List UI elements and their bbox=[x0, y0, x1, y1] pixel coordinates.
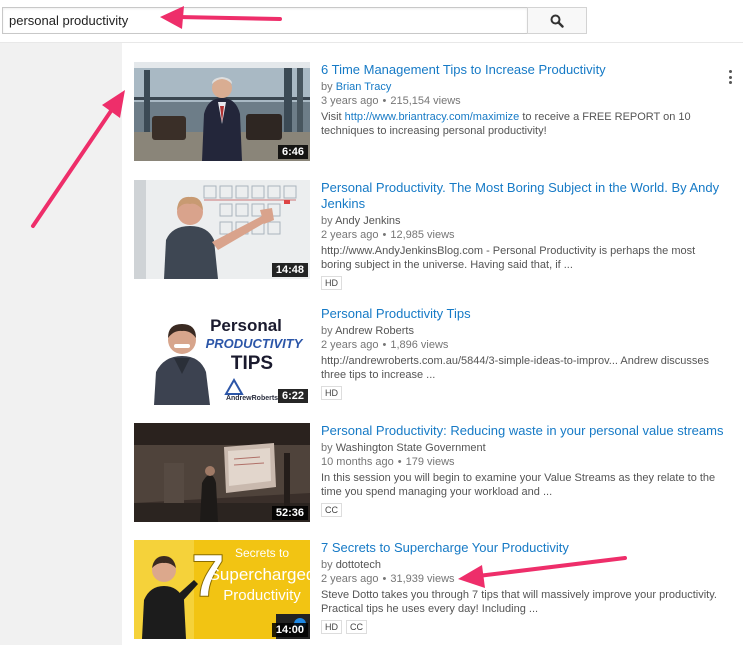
upload-age: 3 years ago bbox=[321, 95, 379, 107]
video-title-link[interactable]: 6 Time Management Tips to Increase Produ… bbox=[321, 62, 726, 78]
upload-age: 2 years ago bbox=[321, 339, 379, 351]
thumb-text-line2: PRODUCTIVITY bbox=[206, 336, 304, 351]
video-meta: 3 years ago • 215,154 views bbox=[321, 94, 726, 108]
channel-name[interactable]: Andy Jenkins bbox=[335, 215, 400, 227]
video-description: http://www.AndyJenkinsBlog.com - Persona… bbox=[321, 245, 696, 271]
channel-line: by Andrew Roberts bbox=[321, 324, 726, 338]
description-url-link[interactable]: http://www.briantracy.com/maximize bbox=[345, 111, 520, 123]
thumb-text-line2: Supercharged bbox=[209, 565, 310, 584]
thumb-brand: AndrewRoberts bbox=[226, 395, 278, 402]
video-duration: 52:36 bbox=[271, 506, 308, 520]
meta-separator: • bbox=[382, 573, 387, 585]
view-count: 1,896 views bbox=[390, 339, 449, 351]
channel-line: by Andy Jenkins bbox=[321, 214, 726, 228]
video-thumbnail[interactable]: Personal PRODUCTIVITY TIPS AndrewRoberts… bbox=[134, 306, 310, 405]
channel-name[interactable]: dottotech bbox=[336, 559, 381, 571]
channel-name[interactable]: Andrew Roberts bbox=[335, 325, 414, 337]
channel-line: by dottotech bbox=[321, 558, 726, 572]
channel-line: by Washington State Government bbox=[321, 441, 726, 455]
video-title-link[interactable]: Personal Productivity: Reducing waste in… bbox=[321, 423, 726, 439]
result-info: Personal Productivity Tips by Andrew Rob… bbox=[321, 306, 726, 400]
result-info: 7 Secrets to Supercharge Your Productivi… bbox=[321, 540, 726, 634]
search-results-page: 6:46 6 Time Management Tips to Increase … bbox=[0, 0, 743, 645]
video-thumbnail[interactable]: 14:48 bbox=[134, 180, 310, 279]
video-thumbnail[interactable]: 6:46 bbox=[134, 62, 310, 161]
search-button[interactable] bbox=[527, 7, 587, 34]
view-count: 215,154 views bbox=[390, 95, 461, 107]
video-title-link[interactable]: Personal Productivity. The Most Boring S… bbox=[321, 180, 726, 212]
search-input[interactable] bbox=[3, 8, 527, 33]
video-title-link[interactable]: 7 Secrets to Supercharge Your Productivi… bbox=[321, 540, 726, 556]
video-duration: 14:00 bbox=[271, 623, 308, 637]
by-label: by bbox=[321, 81, 333, 93]
more-options-icon[interactable] bbox=[727, 70, 733, 84]
video-description: In this session you will begin to examin… bbox=[321, 472, 716, 498]
by-label: by bbox=[321, 325, 333, 337]
meta-separator: • bbox=[382, 229, 387, 241]
video-title-link[interactable]: Personal Productivity Tips bbox=[321, 306, 726, 322]
video-meta: 2 years ago • 12,985 views bbox=[321, 228, 726, 242]
thumb-text-line1: Secrets to bbox=[235, 546, 289, 560]
left-sidebar bbox=[0, 43, 122, 645]
thumb-text-line3: TIPS bbox=[231, 353, 273, 374]
thumb-text-line1: Personal bbox=[210, 316, 282, 335]
badge-row: HD CC bbox=[321, 620, 726, 634]
upload-age: 10 months ago bbox=[321, 456, 394, 468]
video-meta: 2 years ago • 31,939 views bbox=[321, 572, 726, 586]
channel-link[interactable]: Brian Tracy bbox=[336, 81, 392, 93]
by-label: by bbox=[321, 442, 333, 454]
video-thumbnail[interactable]: 52:36 bbox=[134, 423, 310, 522]
video-duration: 6:46 bbox=[277, 145, 308, 159]
search-box[interactable] bbox=[2, 7, 527, 34]
by-label: by bbox=[321, 215, 333, 227]
view-count: 179 views bbox=[405, 456, 455, 468]
badge-row: CC bbox=[321, 503, 726, 517]
video-description: http://andrewroberts.com.au/5844/3-simpl… bbox=[321, 355, 710, 381]
result-info: 6 Time Management Tips to Increase Produ… bbox=[321, 62, 726, 138]
video-thumbnail[interactable]: 7 Secrets to Supercharged Productivity 1… bbox=[134, 540, 310, 639]
upload-age: 2 years ago bbox=[321, 573, 379, 585]
meta-separator: • bbox=[397, 456, 402, 468]
video-duration: 6:22 bbox=[277, 389, 308, 403]
cc-badge: CC bbox=[346, 620, 367, 634]
by-label: by bbox=[321, 559, 333, 571]
thumb-text-line3: Productivity bbox=[223, 587, 301, 604]
view-count: 12,985 views bbox=[390, 229, 455, 241]
hd-badge: HD bbox=[321, 386, 342, 400]
cc-badge: CC bbox=[321, 503, 342, 517]
badge-row: HD bbox=[321, 386, 726, 400]
video-meta: 2 years ago • 1,896 views bbox=[321, 338, 726, 352]
search-icon bbox=[550, 14, 564, 28]
video-duration: 14:48 bbox=[271, 263, 308, 277]
video-meta: 10 months ago • 179 views bbox=[321, 455, 726, 469]
hd-badge: HD bbox=[321, 620, 342, 634]
meta-separator: • bbox=[382, 95, 387, 107]
video-description: Steve Dotto takes you through 7 tips tha… bbox=[321, 589, 717, 615]
hd-badge: HD bbox=[321, 276, 342, 290]
upload-age: 2 years ago bbox=[321, 229, 379, 241]
video-description: Visit http://www.briantracy.com/maximize… bbox=[321, 110, 726, 138]
description-text: Visit bbox=[321, 111, 345, 123]
channel-name[interactable]: Washington State Government bbox=[336, 442, 486, 454]
channel-line: by Brian Tracy bbox=[321, 80, 726, 94]
result-info: Personal Productivity: Reducing waste in… bbox=[321, 423, 726, 517]
badge-row: HD bbox=[321, 276, 726, 290]
meta-separator: • bbox=[382, 339, 387, 351]
view-count: 31,939 views bbox=[390, 573, 455, 585]
result-info: Personal Productivity. The Most Boring S… bbox=[321, 180, 726, 290]
